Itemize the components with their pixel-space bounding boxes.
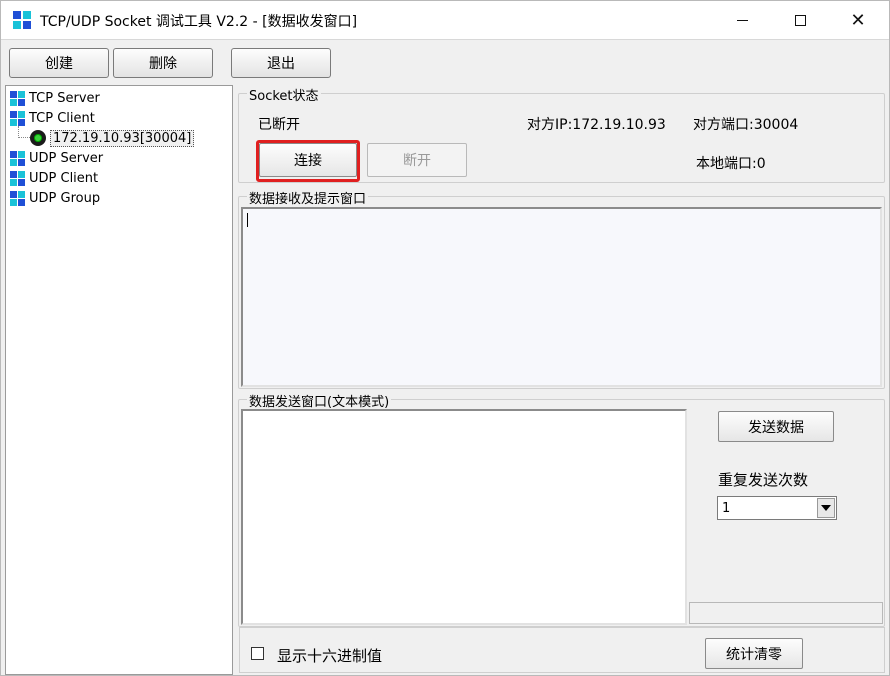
remote-ip: 对方IP:172.19.10.93 [527, 117, 666, 133]
tree-item-udp-client[interactable]: UDP Client [10, 168, 98, 188]
app-grid-icon [13, 11, 31, 29]
remote-port: 对方端口:30004 [693, 117, 799, 133]
minimize-icon [736, 19, 748, 21]
tree-item-label: UDP Server [29, 150, 104, 166]
tree-item-udp-group[interactable]: UDP Group [10, 188, 100, 208]
delete-button[interactable]: 删除 [113, 48, 213, 78]
close-button[interactable]: ✕ [829, 1, 887, 39]
connection-tree[interactable]: TCP Server TCP Client 172.19.10.93[30004… [5, 85, 233, 675]
tree-item-label: 172.19.10.93[30004] [50, 129, 195, 147]
tree-item-label: UDP Client [29, 170, 99, 186]
connect-button-highlight [256, 140, 360, 182]
tree-item-label: TCP Client [29, 110, 95, 126]
app-window: TCP/UDP Socket 调试工具 V2.2 - [数据收发窗口] ✕ 创建… [0, 0, 890, 676]
exit-button[interactable]: 退出 [231, 48, 331, 78]
toolbar: 创建 删除 退出 [1, 39, 889, 83]
repeat-count-label: 重复发送次数 [718, 471, 809, 489]
send-data-button[interactable]: 发送数据 [718, 411, 834, 442]
disconnect-button[interactable]: 断开 [367, 143, 467, 177]
reset-stats-button[interactable]: 统计清零 [705, 638, 803, 669]
tree-item-tcp-client[interactable]: TCP Client [10, 108, 95, 128]
tree-item-label: TCP Server [29, 90, 100, 106]
network-node-icon [10, 90, 25, 106]
network-node-icon [10, 150, 25, 166]
maximize-icon [794, 14, 806, 26]
chevron-down-icon[interactable] [817, 498, 835, 518]
network-node-icon [10, 190, 25, 206]
local-port: 本地端口:0 [696, 156, 766, 172]
tree-item-udp-server[interactable]: UDP Server [10, 148, 103, 168]
receive-textarea[interactable] [241, 207, 882, 387]
hex-display-checkbox[interactable] [251, 647, 264, 660]
repeat-count-value: 1 [722, 500, 731, 516]
create-button[interactable]: 创建 [9, 48, 109, 78]
network-node-icon [10, 110, 25, 126]
send-textarea[interactable] [241, 409, 687, 625]
network-node-icon [10, 170, 25, 186]
connection-status-icon [30, 130, 46, 146]
group-title: 数据发送窗口(文本模式) [247, 391, 392, 410]
text-caret [247, 213, 248, 227]
tree-item-tcp-server[interactable]: TCP Server [10, 88, 100, 108]
repeat-count-select[interactable]: 1 [717, 496, 837, 520]
maximize-button[interactable] [771, 1, 829, 39]
tree-item-connection[interactable]: 172.19.10.93[30004] [30, 128, 195, 148]
connection-state: 已断开 [258, 117, 300, 133]
window-title: TCP/UDP Socket 调试工具 V2.2 - [数据收发窗口] [40, 14, 358, 30]
tree-item-label: UDP Group [29, 190, 101, 206]
group-title: Socket状态 [247, 85, 321, 104]
title-bar[interactable]: TCP/UDP Socket 调试工具 V2.2 - [数据收发窗口] ✕ [1, 1, 889, 39]
minimize-button[interactable] [713, 1, 771, 39]
tree-connector [18, 137, 30, 138]
hex-display-label: 显示十六进制值 [277, 647, 383, 665]
status-field [689, 602, 883, 624]
close-icon: ✕ [850, 9, 866, 31]
group-title: 数据接收及提示窗口 [247, 188, 369, 207]
